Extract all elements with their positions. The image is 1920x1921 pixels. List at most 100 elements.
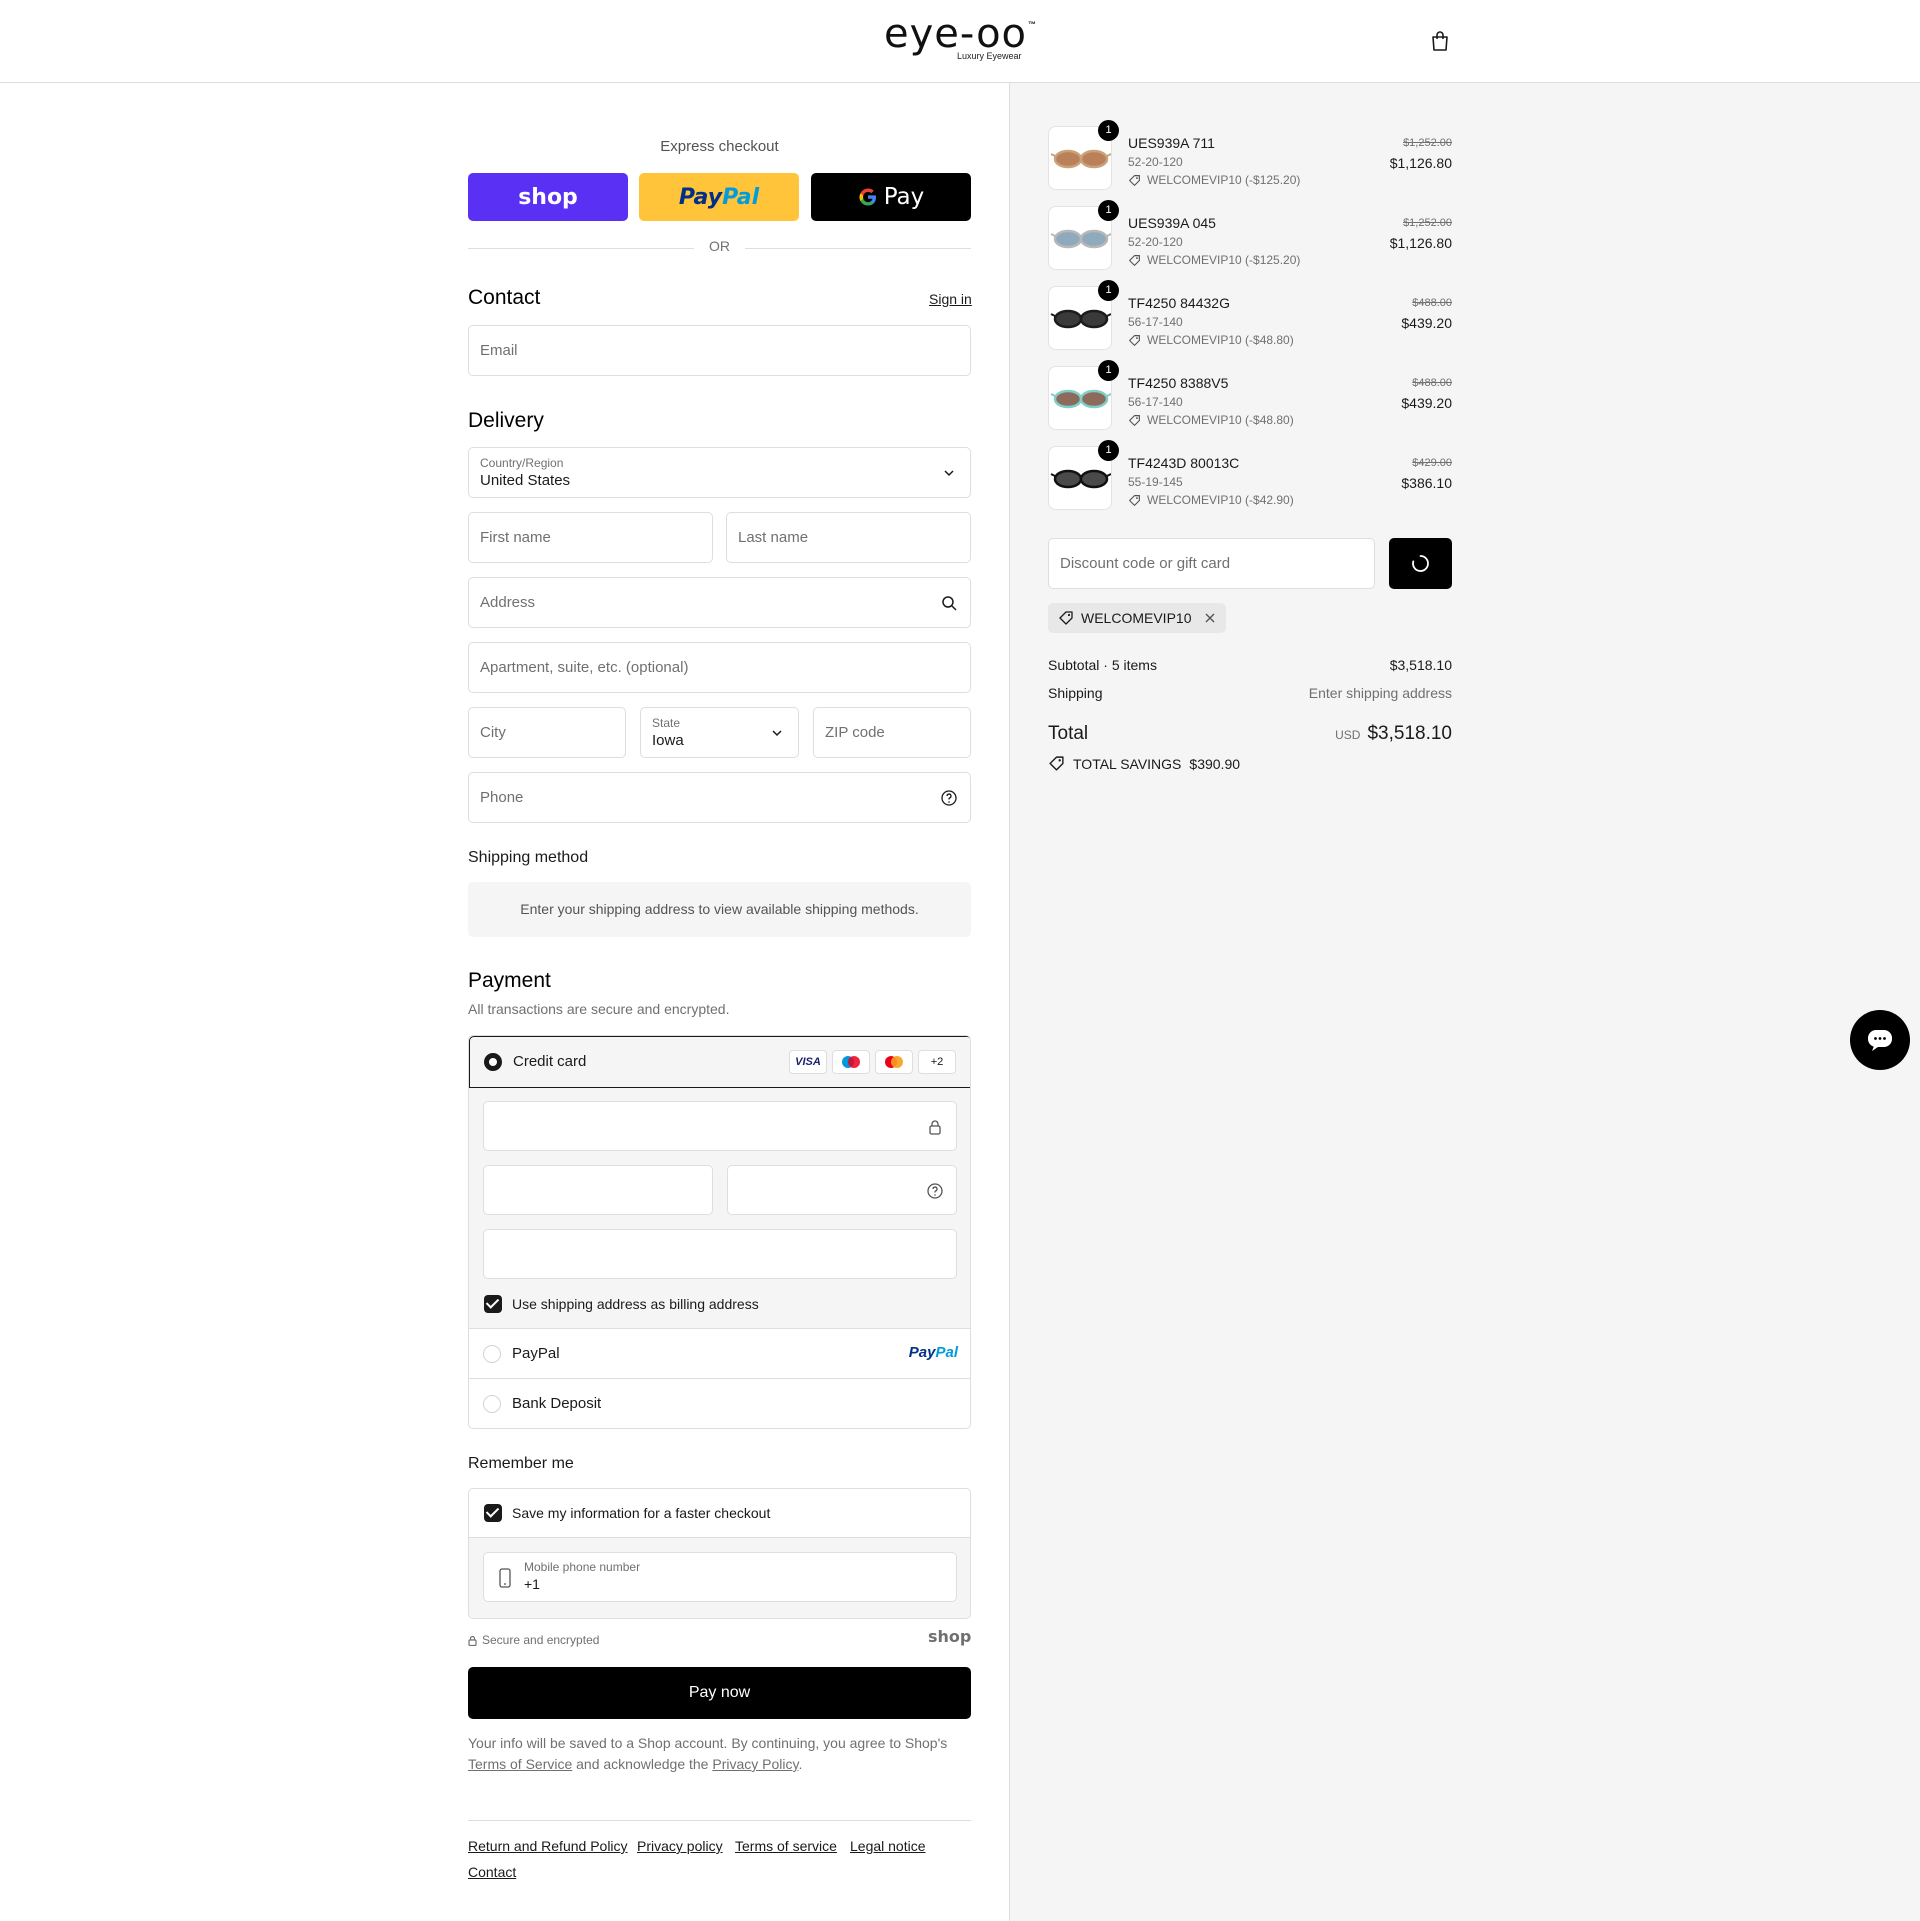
country-select[interactable]: Country/Region United States xyxy=(468,447,971,498)
shop-pay-button[interactable]: shop xyxy=(468,173,628,221)
paypal-button[interactable]: Pay Pal xyxy=(639,173,799,221)
chat-button[interactable] xyxy=(1850,1010,1910,1070)
credit-card-form: Use shipping address as billing address xyxy=(469,1088,970,1329)
close-icon[interactable] xyxy=(1204,612,1216,624)
name-on-card-field[interactable] xyxy=(483,1229,957,1279)
bank-deposit-option[interactable]: Bank Deposit xyxy=(469,1379,970,1428)
chevron-down-icon xyxy=(944,470,954,477)
privacy-policy-footer-link[interactable]: Privacy policy xyxy=(637,1838,723,1854)
privacy-policy-link[interactable]: Privacy Policy xyxy=(712,1756,798,1772)
total-amount: USD $3,518.10 xyxy=(1335,723,1452,745)
product-discount: WELCOMEVIP10 (-$42.90) xyxy=(1128,493,1294,507)
product-name: TF4243D 80013C xyxy=(1128,455,1240,471)
help-icon[interactable] xyxy=(940,789,958,807)
legal-notice-link[interactable]: Legal notice xyxy=(850,1838,926,1854)
save-info-row[interactable]: Save my information for a faster checkou… xyxy=(469,1489,970,1538)
apply-discount-button[interactable] xyxy=(1389,538,1452,589)
logo-trademark: ™ xyxy=(1028,20,1036,29)
city-field[interactable]: City xyxy=(468,707,626,758)
tag-icon xyxy=(1129,334,1140,346)
tag-icon xyxy=(1129,494,1140,506)
zip-placeholder: ZIP code xyxy=(825,724,885,741)
city-placeholder: City xyxy=(480,724,506,741)
quantity-badge: 1 xyxy=(1098,120,1119,141)
remember-me-box: Save my information for a faster checkou… xyxy=(468,1488,971,1619)
expiration-date-field[interactable] xyxy=(483,1165,713,1215)
total-value: $3,518.10 xyxy=(1367,723,1452,744)
paypal-option-label: PayPal xyxy=(512,1345,560,1362)
remember-me-title: Remember me xyxy=(468,1455,574,1472)
original-price: $488.00 xyxy=(1412,297,1452,309)
shopping-bag-icon[interactable] xyxy=(1430,30,1450,52)
original-price: $1,252.00 xyxy=(1403,217,1452,229)
product-discount: WELCOMEVIP10 (-$125.20) xyxy=(1128,173,1300,187)
payment-methods: Credit card VISA +2 Use shipping address… xyxy=(468,1035,971,1429)
card-number-field[interactable] xyxy=(483,1101,957,1151)
logo[interactable]: eye-oo ™ Luxury Eyewear xyxy=(884,14,1036,64)
discount-code-field[interactable]: Discount code or gift card xyxy=(1048,538,1375,589)
terms-of-service-link[interactable]: Terms of Service xyxy=(468,1756,572,1772)
order-item: 1 UES939A 711 52-20-120 WELCOMEVIP10 (-$… xyxy=(1048,120,1452,192)
help-icon[interactable] xyxy=(926,1182,944,1200)
state-label: State xyxy=(652,716,681,730)
header: eye-oo ™ Luxury Eyewear xyxy=(0,0,1920,83)
product-discount: WELCOMEVIP10 (-$48.80) xyxy=(1128,413,1294,427)
address-field[interactable]: Address xyxy=(468,577,971,628)
product-discount-text: WELCOMEVIP10 (-$125.20) xyxy=(1147,173,1301,187)
apartment-field[interactable]: Apartment, suite, etc. (optional) xyxy=(468,642,971,693)
google-pay-button[interactable]: Pay xyxy=(811,173,971,221)
subtotal-label: Subtotal · 5 items xyxy=(1048,657,1157,673)
product-size: 55-19-145 xyxy=(1128,475,1183,489)
quantity-badge: 1 xyxy=(1098,440,1119,461)
pay-now-button[interactable]: Pay now xyxy=(468,1667,971,1719)
contact-footer-link[interactable]: Contact xyxy=(468,1864,516,1880)
billing-address-label: Use shipping address as billing address xyxy=(512,1296,759,1312)
zip-field[interactable]: ZIP code xyxy=(813,707,971,758)
refund-policy-link[interactable]: Return and Refund Policy xyxy=(468,1838,628,1854)
credit-card-radio[interactable] xyxy=(484,1053,502,1071)
order-item: 1 TF4250 84432G 56-17-140 WELCOMEVIP10 (… xyxy=(1048,280,1452,352)
visa-label: VISA xyxy=(795,1056,821,1068)
discount-code-placeholder: Discount code or gift card xyxy=(1060,555,1231,572)
bank-deposit-radio[interactable] xyxy=(483,1395,501,1413)
legal-mid: and acknowledge the xyxy=(576,1756,709,1772)
legal-line: Your info will be saved to a Shop accoun… xyxy=(468,1735,948,1751)
product-discount: WELCOMEVIP10 (-$48.80) xyxy=(1128,333,1294,347)
email-placeholder: Email xyxy=(480,342,518,359)
paypal-radio[interactable] xyxy=(483,1345,501,1363)
billing-address-checkbox[interactable] xyxy=(484,1295,502,1313)
product-size: 56-17-140 xyxy=(1128,315,1183,329)
mobile-phone-field[interactable]: Mobile phone number +1 xyxy=(483,1552,957,1602)
discounted-price: $439.20 xyxy=(1401,395,1452,411)
paypal-logo: PayPal xyxy=(909,1344,958,1361)
phone-placeholder: Phone xyxy=(480,789,524,806)
security-code-field[interactable] xyxy=(727,1165,957,1215)
apartment-placeholder: Apartment, suite, etc. (optional) xyxy=(480,659,689,676)
subtotal-value: $3,518.10 xyxy=(1389,657,1452,673)
contact-title: Contact xyxy=(468,286,541,309)
secure-text: Secure and encrypted xyxy=(482,1633,600,1647)
paypal-logo-pay: Pay xyxy=(908,1344,936,1361)
sign-in-link[interactable]: Sign in xyxy=(929,291,972,307)
state-value: Iowa xyxy=(652,732,684,749)
paypal-logo-pal: Pal xyxy=(935,1344,958,1361)
product-size: 52-20-120 xyxy=(1128,235,1183,249)
save-info-checkbox[interactable] xyxy=(484,1504,502,1522)
legal-end: . xyxy=(798,1756,803,1772)
mobile-phone-icon xyxy=(499,1568,511,1588)
first-name-field[interactable]: First name xyxy=(468,512,713,563)
email-field[interactable]: Email xyxy=(468,325,971,376)
mobile-label: Mobile phone number xyxy=(524,1560,641,1574)
legal-text: Your info will be saved to a Shop accoun… xyxy=(468,1733,971,1775)
paypal-option[interactable]: PayPal PayPal xyxy=(469,1329,970,1379)
phone-field[interactable]: Phone xyxy=(468,772,971,823)
credit-card-option[interactable]: Credit card VISA +2 xyxy=(469,1036,970,1088)
product-discount-text: WELCOMEVIP10 (-$48.80) xyxy=(1147,413,1294,427)
shop-logo: shop xyxy=(928,1627,972,1646)
terms-of-service-footer-link[interactable]: Terms of service xyxy=(735,1838,837,1854)
spinner-icon xyxy=(1412,555,1429,572)
mastercard-icon xyxy=(875,1050,913,1074)
discounted-price: $386.10 xyxy=(1401,475,1452,491)
last-name-field[interactable]: Last name xyxy=(726,512,971,563)
state-select[interactable]: State Iowa xyxy=(640,707,799,758)
